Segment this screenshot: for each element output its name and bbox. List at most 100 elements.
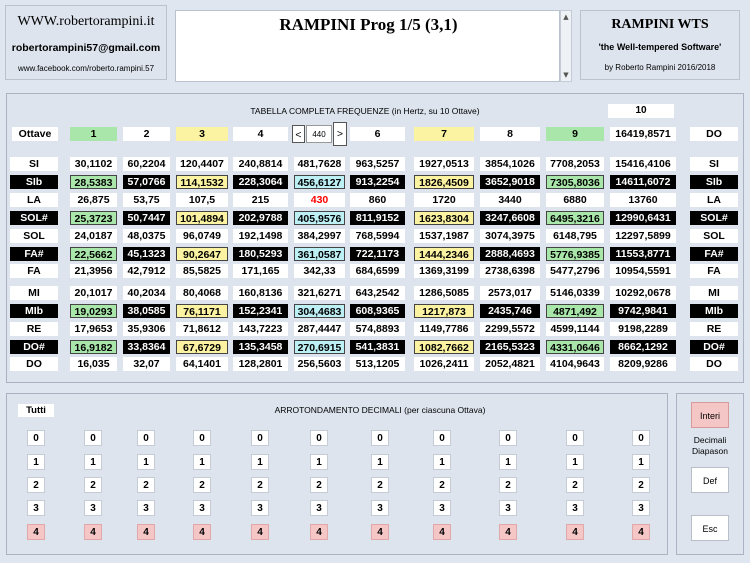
octave-6-round-0-button[interactable]: 0 <box>371 430 389 446</box>
freq-cell: 30,1102 <box>70 157 117 171</box>
octave-9-round-2-button[interactable]: 2 <box>566 477 584 493</box>
octave-5-round-3-button[interactable]: 3 <box>310 500 328 516</box>
octave-2-round-1-button[interactable]: 1 <box>137 454 155 470</box>
freq-cell: 8209,9286 <box>610 357 676 371</box>
scroll-up-icon[interactable]: ▲ <box>561 11 571 23</box>
octave-1-round-2-button[interactable]: 2 <box>84 477 102 493</box>
octave-10-round-2-button[interactable]: 2 <box>632 477 650 493</box>
octave-9-round-0-button[interactable]: 0 <box>566 430 584 446</box>
freq-cell: 3440 <box>480 193 540 207</box>
octave-9-round-4-button[interactable]: 4 <box>566 524 584 540</box>
octave-prev-button[interactable]: < <box>292 125 305 143</box>
freq-cell: 16,9182 <box>70 340 117 354</box>
octave-7-round-3-button[interactable]: 3 <box>433 500 451 516</box>
octave-3-round-3-button[interactable]: 3 <box>193 500 211 516</box>
octave-7-round-2-button[interactable]: 2 <box>433 477 451 493</box>
freq-cell: 107,5 <box>176 193 228 207</box>
octave-1-round-1-button[interactable]: 1 <box>84 454 102 470</box>
octave-count-field[interactable]: 10 <box>608 104 674 118</box>
octave-6-round-1-button[interactable]: 1 <box>371 454 389 470</box>
freq-cell: 287,4447 <box>294 322 345 336</box>
facebook-label[interactable]: www.facebook.com/roberto.rampini.57 <box>6 64 166 73</box>
octave-7-round-4-button[interactable]: 4 <box>433 524 451 540</box>
tutti-round-2-button[interactable]: 2 <box>27 477 45 493</box>
octave-8-round-1-button[interactable]: 1 <box>499 454 517 470</box>
octave-4-round-2-button[interactable]: 2 <box>251 477 269 493</box>
diapason-input[interactable]: 440 <box>306 125 332 143</box>
octave-3-round-4-button[interactable]: 4 <box>193 524 211 540</box>
freq-cell: 32,07 <box>123 357 170 371</box>
freq-cell: 40,2034 <box>123 286 170 300</box>
octave-9-round-3-button[interactable]: 3 <box>566 500 584 516</box>
tutti-round-1-button[interactable]: 1 <box>27 454 45 470</box>
freq-cell: 270,6915 <box>294 340 345 354</box>
octave-10-round-0-button[interactable]: 0 <box>632 430 650 446</box>
interi-button[interactable]: Interi <box>691 402 729 428</box>
freq-cell: 1826,4509 <box>414 175 474 189</box>
octave-5-round-4-button[interactable]: 4 <box>310 524 328 540</box>
octave-3-round-2-button[interactable]: 2 <box>193 477 211 493</box>
octave-10-round-1-button[interactable]: 1 <box>632 454 650 470</box>
esc-button[interactable]: Esc <box>691 515 729 541</box>
octave-5-round-1-button[interactable]: 1 <box>310 454 328 470</box>
freq-cell: 811,9152 <box>350 211 405 225</box>
octave-4-round-1-button[interactable]: 1 <box>251 454 269 470</box>
octave-6-round-3-button[interactable]: 3 <box>371 500 389 516</box>
freq-cell: 80,4068 <box>176 286 228 300</box>
scroll-down-icon[interactable]: ▼ <box>561 69 571 81</box>
octave-1-round-4-button[interactable]: 4 <box>84 524 102 540</box>
octave-2-round-4-button[interactable]: 4 <box>137 524 155 540</box>
octave-3-round-1-button[interactable]: 1 <box>193 454 211 470</box>
octave-5-round-2-button[interactable]: 2 <box>310 477 328 493</box>
octave-7-round-0-button[interactable]: 0 <box>433 430 451 446</box>
octave-8-round-2-button[interactable]: 2 <box>499 477 517 493</box>
decimali-label: Decimali <box>693 435 727 445</box>
octave-2-round-2-button[interactable]: 2 <box>137 477 155 493</box>
website-label[interactable]: WWW.robertorampini.it <box>6 14 166 30</box>
freq-cell: 3074,3975 <box>480 229 540 243</box>
tutti-round-4-button[interactable]: 4 <box>27 524 45 540</box>
app-tagline: 'the Well-tempered Software' <box>598 42 722 52</box>
note-label-right-mi: MI <box>690 286 738 300</box>
octave-5-round-0-button[interactable]: 0 <box>310 430 328 446</box>
freq-cell: 96,0749 <box>176 229 228 243</box>
octave-10-round-3-button[interactable]: 3 <box>632 500 650 516</box>
freq-cell: 22,5662 <box>70 247 117 261</box>
octave-4-round-4-button[interactable]: 4 <box>251 524 269 540</box>
octave-8-round-0-button[interactable]: 0 <box>499 430 517 446</box>
tutti-round-3-button[interactable]: 3 <box>27 500 45 516</box>
octave-next-button[interactable]: > <box>333 122 347 146</box>
email-label[interactable]: robertorampini57@gmail.com <box>6 42 166 54</box>
app-name: RAMPINI WTS <box>611 17 709 32</box>
octave-2-round-0-button[interactable]: 0 <box>137 430 155 446</box>
freq-cell: 57,0766 <box>123 175 170 189</box>
tutti-round-0-button[interactable]: 0 <box>27 430 45 446</box>
freq-cell: 24,0187 <box>70 229 117 243</box>
octave-10-round-4-button[interactable]: 4 <box>632 524 650 540</box>
octave-2-round-3-button[interactable]: 3 <box>137 500 155 516</box>
octave-1-round-0-button[interactable]: 0 <box>84 430 102 446</box>
octave-6-round-2-button[interactable]: 2 <box>371 477 389 493</box>
octave-6-round-4-button[interactable]: 4 <box>371 524 389 540</box>
octave-8-round-4-button[interactable]: 4 <box>499 524 517 540</box>
title-scrollbar[interactable]: ▲ ▼ <box>560 10 572 82</box>
freq-cell: 608,9365 <box>350 304 405 318</box>
octave-7-round-1-button[interactable]: 1 <box>433 454 451 470</box>
freq-cell: 1537,1987 <box>414 229 474 243</box>
octave-3-round-0-button[interactable]: 0 <box>193 430 211 446</box>
octave-4-round-0-button[interactable]: 0 <box>251 430 269 446</box>
freq-cell: 215 <box>233 193 288 207</box>
octave-9-round-1-button[interactable]: 1 <box>566 454 584 470</box>
octave-4-round-3-button[interactable]: 3 <box>251 500 269 516</box>
freq-cell: 1026,2411 <box>414 357 474 371</box>
freq-cell: 14611,6072 <box>610 175 676 189</box>
freq-cell: 2738,6398 <box>480 264 540 278</box>
octave-header-10: 16419,8571 <box>610 127 676 141</box>
freq-cell: 12297,5899 <box>610 229 676 243</box>
freq-cell: 456,6127 <box>294 175 345 189</box>
freq-cell: 17,9653 <box>70 322 117 336</box>
freq-cell: 48,0375 <box>123 229 170 243</box>
def-button[interactable]: Def <box>691 467 729 493</box>
octave-8-round-3-button[interactable]: 3 <box>499 500 517 516</box>
octave-1-round-3-button[interactable]: 3 <box>84 500 102 516</box>
